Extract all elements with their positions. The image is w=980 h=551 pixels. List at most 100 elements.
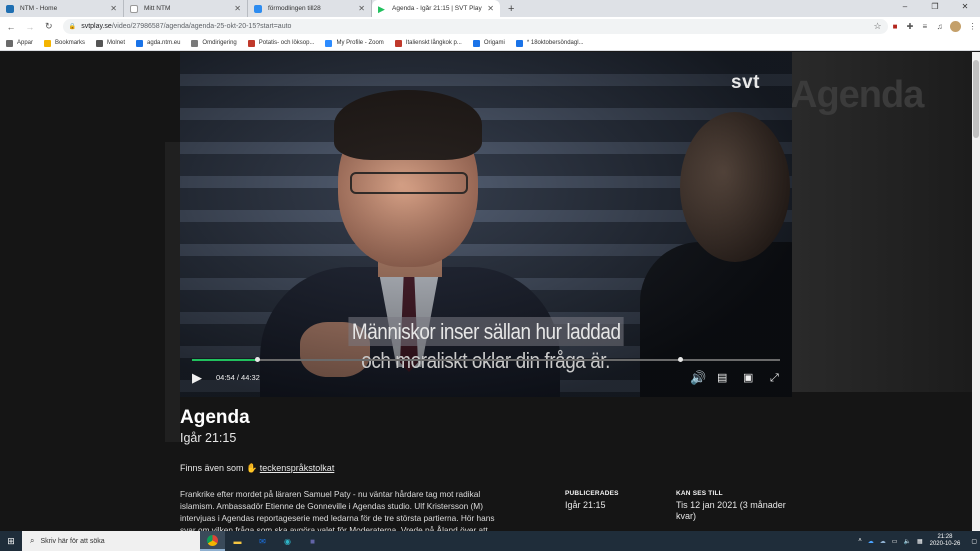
sign-language-link[interactable]: teckenspråkstolkat — [260, 463, 335, 473]
subtitles-icon[interactable]: ▤ — [717, 367, 727, 389]
tab-ntm-home[interactable]: NTM - Home ✕ — [0, 0, 124, 17]
window-controls: – ❐ ✕ — [890, 0, 980, 14]
video-player[interactable]: svt Människor inser sällan hur laddad oc… — [180, 52, 792, 397]
close-tab-icon[interactable]: ✕ — [110, 4, 117, 13]
play-favicon-icon: ▶ — [378, 3, 385, 14]
fullscreen-icon[interactable]: ⤢ — [770, 367, 779, 389]
tab-svt-play-agenda[interactable]: ▶ Agenda - Igår 21:15 | SVT Play ✕ — [372, 0, 500, 17]
menu-kebab-icon[interactable]: ⋮ — [965, 22, 980, 31]
available-label: KAN SES TILL — [676, 490, 723, 497]
published-label: PUBLICERADES — [565, 490, 619, 497]
bookmark-label: * 18oktobersöndagl... — [526, 40, 584, 46]
bookmark-favicon-icon — [325, 39, 333, 47]
apps-grid-icon — [6, 39, 13, 47]
progress-bar[interactable] — [192, 357, 780, 362]
close-tab-icon[interactable]: ✕ — [487, 4, 494, 13]
ntm-favicon-icon — [6, 4, 14, 13]
tab-title: förmodlingen till28 — [268, 5, 321, 12]
clock-date: 2020-10-26 — [929, 541, 961, 547]
maximize-icon[interactable]: ❐ — [920, 0, 950, 14]
extensions-puzzle-icon[interactable]: ✚ — [902, 22, 917, 31]
tab-mitt-ntm[interactable]: Mitt NTM ✕ — [124, 0, 248, 17]
minimize-icon[interactable]: – — [890, 0, 920, 14]
reload-icon[interactable]: ↻ — [41, 21, 57, 32]
edge-icon[interactable]: ◉ — [275, 531, 300, 551]
svt-logo: svt — [731, 72, 760, 93]
onedrive-icon[interactable]: ☁ — [880, 538, 886, 545]
outlook-icon[interactable]: ✉ — [250, 531, 275, 551]
bookmark-favicon-icon — [44, 39, 52, 47]
bookmark-label: agda.ntm.eu — [147, 40, 181, 46]
bookmark-label: Bookmarks — [55, 40, 86, 46]
bookmark-label: Molnet — [107, 40, 126, 46]
close-window-icon[interactable]: ✕ — [950, 0, 980, 14]
tab-formodlingen[interactable]: förmodlingen till28 ✕ — [248, 0, 372, 17]
reading-list-icon[interactable]: ≡ — [917, 22, 932, 31]
taskbar-search[interactable]: ⌕ Skriv här för att söka — [22, 531, 200, 551]
forward-arrow-icon[interactable]: → — [22, 22, 38, 32]
bookmark-label: Omdirigering — [202, 40, 237, 46]
picture-in-picture-icon[interactable]: ▣ — [743, 367, 753, 389]
file-explorer-icon[interactable]: ▬ — [225, 531, 250, 551]
alt-version: Finns även som ✋ teckenspråkstolkat — [180, 463, 334, 474]
bookmark-item[interactable]: Appar — [6, 39, 33, 47]
alt-version-prefix: Finns även som — [180, 463, 244, 473]
bookmark-item[interactable]: Molnet — [96, 39, 126, 47]
volume-tray-icon[interactable]: 🔈 — [903, 538, 910, 545]
lock-icon: 🔒 — [68, 24, 77, 30]
address-bar[interactable]: 🔒 svtplay.se/video/27986587/agenda/agend… — [62, 19, 888, 34]
program-title: Agenda — [180, 407, 250, 428]
play-icon[interactable]: ▶ — [192, 367, 202, 389]
extension-pdf-icon[interactable]: ■ — [888, 22, 903, 31]
bookmark-item[interactable]: Bookmarks — [44, 39, 86, 47]
system-clock[interactable]: 21:28 2020-10-26 — [930, 534, 961, 548]
chrome-app-icon[interactable] — [200, 531, 225, 551]
scrollbar-thumb[interactable] — [973, 60, 979, 138]
network-icon[interactable]: ▭ — [892, 538, 898, 545]
browser-toolbar: ← → ↻ 🔒 svtplay.se/video/27986587/agenda… — [0, 17, 980, 36]
teams-icon[interactable]: ■ — [300, 531, 325, 551]
background-banner-left — [165, 142, 180, 442]
bookmark-star-icon[interactable]: ☆ — [873, 21, 881, 32]
subtitle-line-1: Människor inser sällan hur laddad — [348, 317, 624, 346]
bookmark-item[interactable]: agda.ntm.eu — [136, 39, 181, 47]
bookmark-item[interactable]: Origami — [472, 39, 505, 47]
bookmark-item[interactable]: My Profile - Zoom — [325, 39, 384, 47]
cloud-icon[interactable]: ☁ — [868, 538, 874, 545]
doc-favicon-icon — [254, 4, 262, 13]
chapter-marker — [678, 357, 684, 362]
bookmark-item[interactable]: * 18oktobersöndagl... — [515, 39, 584, 47]
episode-description: Frankrike efter mordet på läraren Samuel… — [180, 489, 495, 532]
episode-info: Agenda Igår 21:15 Finns även som ✋ tecke… — [180, 407, 792, 532]
windows-start-icon[interactable]: ⊞ — [0, 536, 22, 547]
bookmark-label: Italienskt långkok p... — [405, 40, 462, 46]
profile-avatar[interactable] — [950, 21, 962, 32]
close-tab-icon[interactable]: ✕ — [234, 4, 241, 13]
close-tab-icon[interactable]: ✕ — [358, 4, 365, 13]
air-time: Igår 21:15 — [180, 431, 237, 445]
system-tray: ˄ ☁ ☁ ▭ 🔈 ▦ 21:28 2020-10-26 ▢ — [855, 534, 980, 548]
bookmarks-bar: Appar Bookmarks Molnet agda.ntm.eu Omdiriger… — [0, 36, 980, 51]
page-scrollbar[interactable] — [972, 52, 980, 532]
progress-handle[interactable] — [254, 357, 260, 362]
notifications-icon[interactable]: ▢ — [971, 538, 977, 545]
taskbar-search-placeholder: Skriv här för att söka — [40, 537, 105, 545]
url-domain: svtplay.se — [81, 23, 112, 30]
volume-icon[interactable]: 🔊 — [690, 367, 706, 389]
bookmark-item[interactable]: Italienskt långkok p... — [394, 39, 462, 47]
page-favicon-icon — [130, 4, 138, 13]
svt-play-page: Agenda svt Människor inser sällan hur la… — [0, 52, 972, 532]
bookmark-favicon-icon — [247, 39, 255, 47]
bookmark-favicon-icon — [191, 39, 199, 47]
url-path: /video/27986587/agenda/agenda-25-okt-20-… — [111, 23, 292, 30]
tray-expand-icon[interactable]: ˄ — [858, 538, 862, 544]
bookmark-favicon-icon — [394, 39, 402, 47]
bookmark-item[interactable]: Potatis- och löksop... — [247, 39, 315, 47]
bookmark-item[interactable]: Omdirigering — [191, 39, 237, 47]
bookmark-label: Potatis- och löksop... — [258, 40, 315, 46]
back-arrow-icon[interactable]: ← — [3, 22, 19, 32]
language-icon[interactable]: ▦ — [917, 538, 923, 545]
media-controls-icon[interactable]: ♫ — [932, 22, 947, 31]
new-tab-button[interactable]: + — [508, 3, 514, 15]
available-meta: KAN SES TILL Tis 12 jan 2021 (3 månader … — [676, 490, 796, 522]
